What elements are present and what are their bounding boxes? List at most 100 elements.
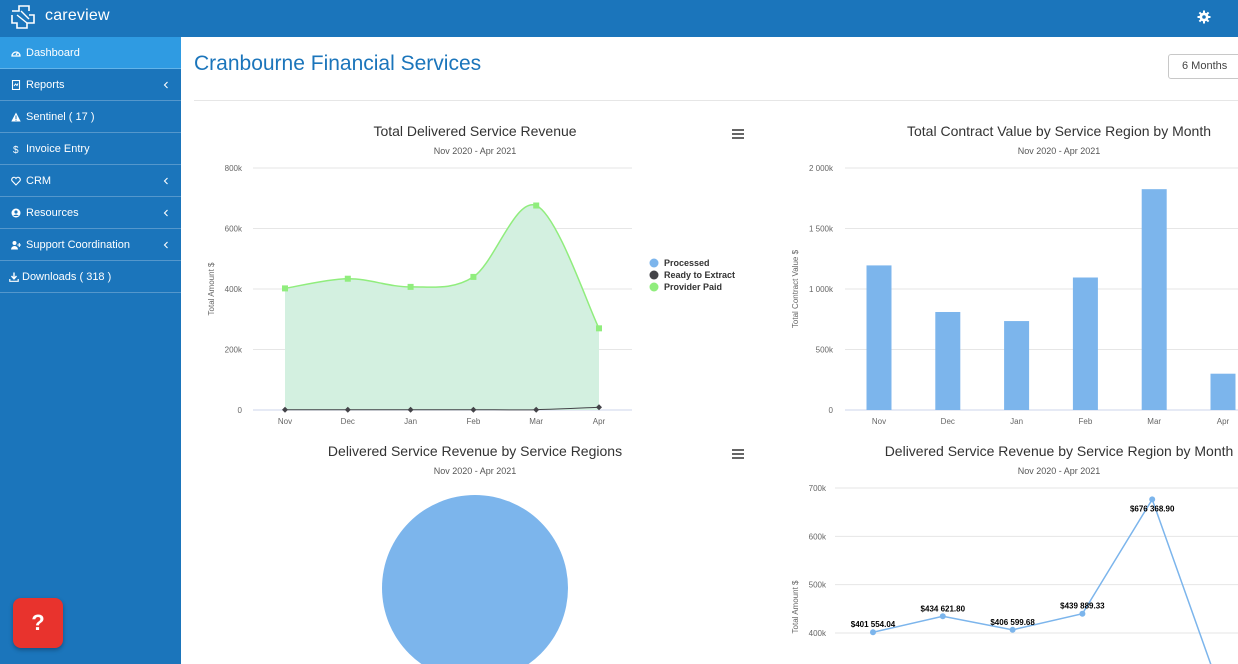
point-provider-paid: [407, 283, 414, 290]
x-tick-label: Jan: [1010, 417, 1023, 426]
bar: [935, 311, 961, 410]
sidebar-item-downloads[interactable]: Downloads ( 318 ): [0, 261, 181, 293]
data-label: $676 368.90: [1130, 504, 1175, 513]
page-title: Cranbourne Financial Services: [194, 52, 482, 75]
top-bar: careview: [0, 0, 1238, 37]
divider: [194, 100, 1238, 101]
brand-name[interactable]: careview: [45, 7, 110, 25]
x-tick-label: Jan: [404, 417, 417, 426]
chart-revenue-by-region: Delivered Service Revenue by Service Reg…: [194, 432, 764, 664]
y-tick-label: 1 500k: [809, 225, 834, 234]
user-plus-icon: [11, 240, 21, 249]
sidebar-item-label: Downloads ( 318 ): [22, 270, 112, 283]
x-tick-label: Apr: [1217, 417, 1230, 426]
x-tick-label: Feb: [1079, 417, 1093, 426]
x-tick-label: Feb: [467, 417, 481, 426]
legend-marker: [649, 282, 659, 292]
point-provider-paid: [533, 202, 540, 209]
x-tick-label: Apr: [593, 417, 606, 426]
point-provider-paid: [282, 285, 288, 292]
bar: [1210, 373, 1236, 410]
heart-icon: [11, 176, 21, 186]
chevron-left-icon: [163, 209, 168, 217]
line-series: [872, 497, 1212, 664]
pie-slice: [382, 495, 568, 664]
y-axis-label: Total Amount $: [791, 580, 800, 633]
y-tick-label: 0: [829, 406, 834, 415]
y-tick-label: 0: [238, 406, 243, 415]
sidebar-item-label: Resources: [26, 206, 79, 219]
line-point: [870, 629, 876, 636]
y-axis-label: Total Contract Value $: [791, 249, 800, 328]
period-selector-button[interactable]: 6 Months: [1168, 54, 1238, 79]
sidebar-item-label: Support Coordination: [26, 238, 130, 251]
dollar-icon: $: [13, 145, 19, 154]
bar: [1141, 189, 1167, 410]
sidebar-item-label: Dashboard: [26, 46, 80, 59]
data-label: $439 889.33: [1060, 602, 1105, 611]
sidebar: Dashboard Reports Sentinel ( 17 ) $ Invo…: [0, 37, 181, 664]
y-tick-label: 2 000k: [809, 164, 834, 173]
point-provider-paid: [470, 273, 477, 280]
chevron-left-icon: [163, 241, 168, 249]
sidebar-item-sentinel[interactable]: Sentinel ( 17 ): [0, 101, 181, 133]
data-label: $406 599.68: [990, 618, 1035, 627]
sidebar-item-resources[interactable]: Resources: [0, 197, 181, 229]
legend-marker: [649, 270, 659, 280]
y-tick-label: 800k: [225, 164, 243, 173]
sidebar-item-support-coordination[interactable]: Support Coordination: [0, 229, 181, 261]
gear-icon[interactable]: [1197, 10, 1211, 24]
point-provider-paid: [344, 275, 351, 282]
bar: [1072, 277, 1098, 410]
careview-logo-icon[interactable]: [9, 3, 37, 31]
y-tick-label: 600k: [809, 532, 827, 541]
chart-revenue-by-region-by-month: Delivered Service Revenue by Service Reg…: [778, 432, 1238, 664]
line-point: [939, 613, 946, 620]
point-provider-paid: [596, 325, 602, 332]
x-tick-label: Dec: [341, 417, 355, 426]
bar: [1004, 321, 1030, 410]
chevron-left-icon: [163, 81, 168, 89]
line-chart-svg: 400k 500k 600k 700k Total Amount $ $401 554.0…: [791, 484, 1238, 664]
y-tick-label: 600k: [225, 225, 243, 234]
y-tick-label: 700k: [809, 484, 827, 493]
line-point: [1149, 496, 1156, 503]
pie-chart-svg: [382, 495, 568, 664]
area-chart-svg: 0 200k 400k 600k 800k Nov Dec Jan Feb Mar Apr Total…: [207, 164, 735, 426]
x-tick-label: Mar: [529, 417, 543, 426]
chevron-left-icon: [163, 177, 168, 185]
help-button[interactable]: ?: [13, 598, 63, 648]
dashboard-icon: [11, 50, 21, 57]
sidebar-item-dashboard[interactable]: Dashboard: [0, 37, 181, 69]
sidebar-item-invoice-entry[interactable]: $ Invoice Entry: [0, 133, 181, 165]
bar: [866, 265, 892, 410]
sidebar-item-reports[interactable]: Reports: [0, 69, 181, 101]
y-tick-label: 1 000k: [809, 285, 834, 294]
sidebar-item-label: CRM: [26, 174, 52, 187]
x-tick-label: Nov: [872, 417, 886, 426]
line-point: [1009, 626, 1016, 633]
area-provider-paid: [285, 204, 599, 410]
sidebar-item-label: Sentinel ( 17 ): [26, 110, 95, 123]
report-icon: [11, 79, 21, 90]
data-label: $401 554.04: [851, 620, 896, 629]
x-tick-label: Dec: [941, 417, 955, 426]
legend-item: Provider Paid: [664, 282, 722, 292]
y-tick-label: 400k: [225, 285, 243, 294]
sidebar-item-crm[interactable]: CRM: [0, 165, 181, 197]
y-tick-label: 400k: [809, 629, 827, 638]
y-axis-label: Total Amount $: [207, 262, 216, 315]
chart-total-delivered-revenue: Total Delivered Service Revenue Nov 2020…: [194, 112, 764, 434]
x-tick-label: Nov: [278, 417, 292, 426]
bar-chart-svg: 0 500k 1 000k 1 500k 2 000k Total Contract Va…: [791, 164, 1238, 426]
y-tick-label: 500k: [809, 581, 827, 590]
legend-item: Ready to Extract: [664, 270, 735, 280]
svg-text:$: $: [13, 145, 19, 154]
data-label: $434 621.80: [921, 604, 966, 613]
legend-item: Processed: [664, 258, 710, 268]
download-icon: [9, 272, 19, 282]
y-tick-label: 500k: [816, 346, 834, 355]
x-tick-label: Mar: [1147, 417, 1161, 426]
sidebar-item-label: Reports: [26, 78, 65, 91]
line-point: [1079, 610, 1086, 617]
